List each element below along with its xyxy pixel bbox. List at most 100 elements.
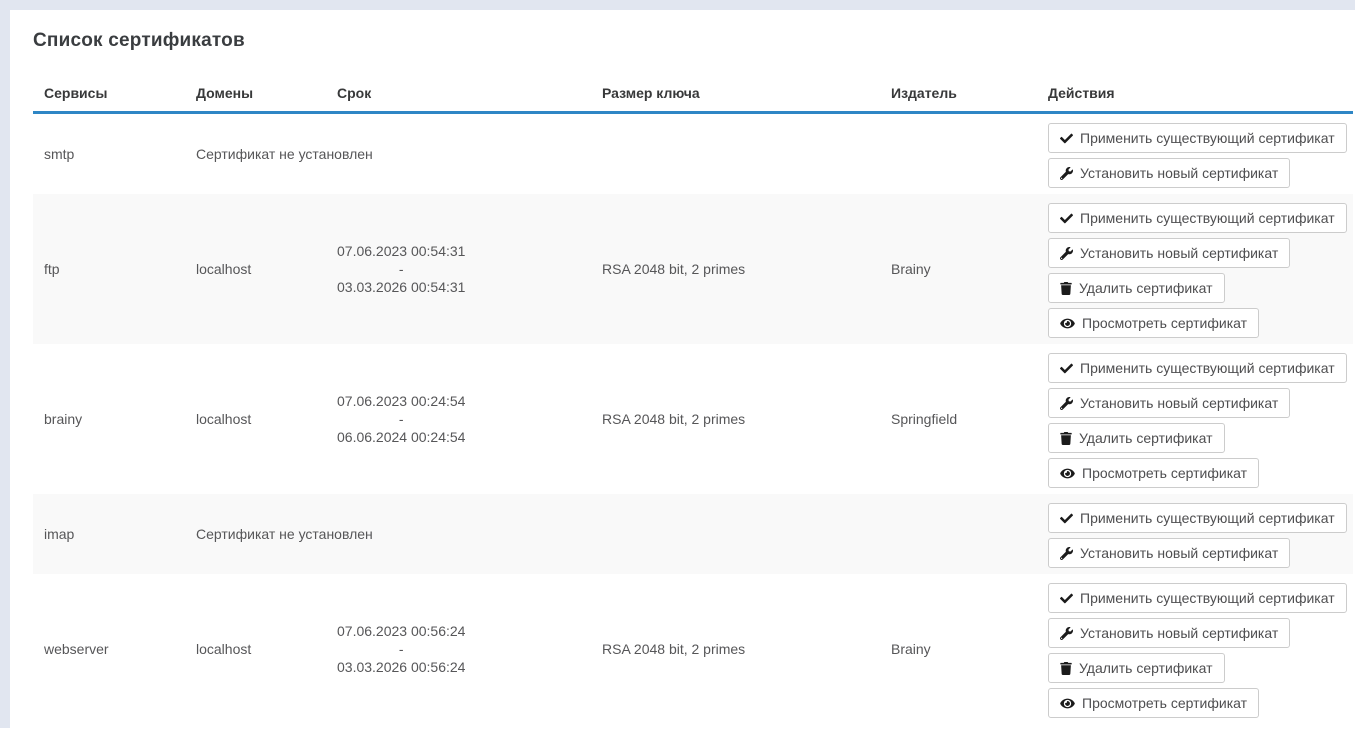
service-name: brainy [33, 344, 185, 494]
wrench-icon [1060, 167, 1073, 180]
eye-icon [1060, 697, 1075, 710]
table-row-smtp: smtp Сертификат не установлен Применить … [33, 114, 1353, 194]
wrench-icon [1060, 247, 1073, 260]
table-header-row: Сервисы Домены Срок Размер ключа Издател… [33, 85, 1353, 114]
issuer-cell: Brainy [880, 194, 1037, 344]
button-label: Удалить сертификат [1079, 660, 1213, 676]
term-to: 06.06.2024 00:24:54 [337, 428, 465, 446]
wrench-icon [1060, 547, 1073, 560]
eye-icon [1060, 467, 1075, 480]
term-cell: 07.06.2023 00:54:31 - 03.03.2026 00:54:3… [326, 194, 591, 344]
table-row-webserver: webserver localhost 07.06.2023 00:56:24 … [33, 574, 1353, 724]
term-cell: 07.06.2023 00:56:24 - 03.03.2026 00:56:2… [326, 574, 591, 724]
key-size-cell [591, 494, 880, 574]
wrench-icon [1060, 397, 1073, 410]
view-certificate-button[interactable]: Просмотреть сертификат [1048, 308, 1259, 338]
install-new-certificate-button[interactable]: Установить новый сертификат [1048, 538, 1290, 568]
apply-existing-certificate-button[interactable]: Применить существующий сертификат [1048, 353, 1347, 383]
install-new-certificate-button[interactable]: Установить новый сертификат [1048, 618, 1290, 648]
issuer-cell: Springfield [880, 344, 1037, 494]
column-header-domains: Домены [185, 85, 326, 101]
table-row-brainy: brainy localhost 07.06.2023 00:24:54 - 0… [33, 344, 1353, 494]
page-background-strip-left [0, 10, 10, 728]
domain-cell: localhost [185, 194, 326, 344]
button-label: Применить существующий сертификат [1080, 510, 1335, 526]
trash-icon [1060, 432, 1072, 445]
check-icon [1060, 362, 1073, 375]
term-from: 07.06.2023 00:24:54 [337, 392, 465, 410]
button-label: Установить новый сертификат [1080, 545, 1278, 561]
actions-cell: Применить существующий сертификат Устано… [1037, 344, 1353, 494]
key-size-cell: RSA 2048 bit, 2 primes [591, 194, 880, 344]
view-certificate-button[interactable]: Просмотреть сертификат [1048, 458, 1259, 488]
certificate-status: Сертификат не установлен [185, 494, 326, 574]
term-cell [326, 494, 591, 574]
term-from: 07.06.2023 00:54:31 [337, 242, 465, 260]
trash-icon [1060, 282, 1072, 295]
button-label: Просмотреть сертификат [1082, 315, 1247, 331]
term-separator: - [337, 260, 465, 278]
check-icon [1060, 212, 1073, 225]
delete-certificate-button[interactable]: Удалить сертификат [1048, 423, 1225, 453]
eye-icon [1060, 317, 1075, 330]
certificate-status: Сертификат не установлен [185, 114, 326, 194]
issuer-cell [880, 494, 1037, 574]
page-background-strip-top [0, 0, 1355, 10]
term-cell [326, 114, 591, 194]
delete-certificate-button[interactable]: Удалить сертификат [1048, 273, 1225, 303]
install-new-certificate-button[interactable]: Установить новый сертификат [1048, 388, 1290, 418]
term-separator: - [337, 640, 465, 658]
button-label: Просмотреть сертификат [1082, 465, 1247, 481]
term-separator: - [337, 410, 465, 428]
actions-cell: Применить существующий сертификат Устано… [1037, 114, 1353, 194]
apply-existing-certificate-button[interactable]: Применить существующий сертификат [1048, 503, 1347, 533]
install-new-certificate-button[interactable]: Установить новый сертификат [1048, 238, 1290, 268]
install-new-certificate-button[interactable]: Установить новый сертификат [1048, 158, 1290, 188]
key-size-cell: RSA 2048 bit, 2 primes [591, 344, 880, 494]
apply-existing-certificate-button[interactable]: Применить существующий сертификат [1048, 203, 1347, 233]
domain-cell: localhost [185, 574, 326, 724]
issuer-cell: Brainy [880, 574, 1037, 724]
wrench-icon [1060, 627, 1073, 640]
button-label: Установить новый сертификат [1080, 165, 1278, 181]
check-icon [1060, 592, 1073, 605]
button-label: Удалить сертификат [1079, 280, 1213, 296]
actions-cell: Применить существующий сертификат Устано… [1037, 494, 1353, 574]
button-label: Установить новый сертификат [1080, 625, 1278, 641]
term-range: 07.06.2023 00:56:24 - 03.03.2026 00:56:2… [337, 622, 465, 676]
check-icon [1060, 132, 1073, 145]
apply-existing-certificate-button[interactable]: Применить существующий сертификат [1048, 583, 1347, 613]
term-from: 07.06.2023 00:56:24 [337, 622, 465, 640]
button-label: Применить существующий сертификат [1080, 590, 1335, 606]
key-size-cell [591, 114, 880, 194]
column-header-issuer: Издатель [880, 85, 1037, 101]
button-label: Удалить сертификат [1079, 430, 1213, 446]
certificates-table: Сервисы Домены Срок Размер ключа Издател… [33, 85, 1353, 724]
domain-cell: localhost [185, 344, 326, 494]
actions-cell: Применить существующий сертификат Устано… [1037, 194, 1353, 344]
view-certificate-button[interactable]: Просмотреть сертификат [1048, 688, 1259, 718]
issuer-cell [880, 114, 1037, 194]
table-row-imap: imap Сертификат не установлен Применить … [33, 494, 1353, 574]
column-header-actions: Действия [1037, 85, 1353, 101]
delete-certificate-button[interactable]: Удалить сертификат [1048, 653, 1225, 683]
service-name: webserver [33, 574, 185, 724]
check-icon [1060, 512, 1073, 525]
term-range: 07.06.2023 00:54:31 - 03.03.2026 00:54:3… [337, 242, 465, 296]
apply-existing-certificate-button[interactable]: Применить существующий сертификат [1048, 123, 1347, 153]
button-label: Применить существующий сертификат [1080, 360, 1335, 376]
service-name: imap [33, 494, 185, 574]
key-size-cell: RSA 2048 bit, 2 primes [591, 574, 880, 724]
column-header-services: Сервисы [33, 85, 185, 101]
column-header-key-size: Размер ключа [591, 85, 880, 101]
button-label: Применить существующий сертификат [1080, 210, 1335, 226]
actions-cell: Применить существующий сертификат Устано… [1037, 574, 1353, 724]
button-label: Применить существующий сертификат [1080, 130, 1335, 146]
term-to: 03.03.2026 00:54:31 [337, 278, 465, 296]
button-label: Просмотреть сертификат [1082, 695, 1247, 711]
trash-icon [1060, 662, 1072, 675]
table-row-ftp: ftp localhost 07.06.2023 00:54:31 - 03.0… [33, 194, 1353, 344]
certificates-card: Список сертификатов Сервисы Домены Срок … [10, 10, 1355, 728]
term-range: 07.06.2023 00:24:54 - 06.06.2024 00:24:5… [337, 392, 465, 446]
page-title: Список сертификатов [33, 30, 1353, 52]
